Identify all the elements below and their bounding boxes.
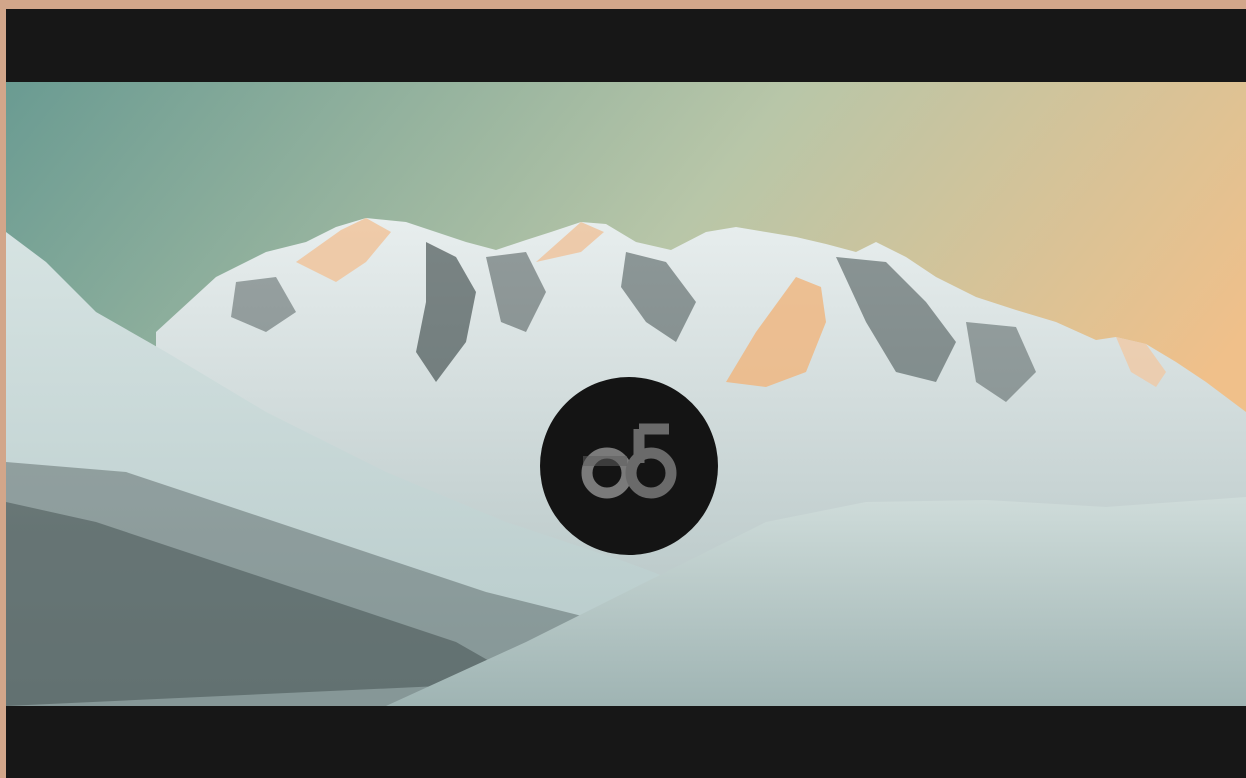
video-player-frame: [6, 9, 1246, 778]
ob-logo-icon[interactable]: [540, 377, 718, 555]
ob-logo-glyph: [581, 423, 677, 499]
video-still[interactable]: [6, 82, 1246, 706]
